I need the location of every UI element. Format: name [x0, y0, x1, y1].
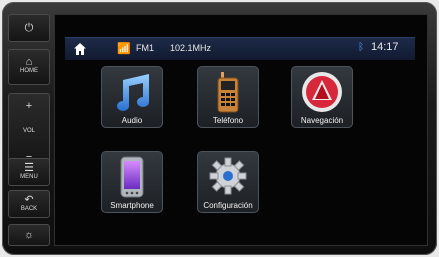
gear-icon — [209, 157, 247, 195]
app-configuracion[interactable]: Configuración — [197, 151, 259, 213]
home-label: HOME — [20, 68, 38, 74]
main-screen: 📶 FM1 102.1MHz ᛒ 14:17 Audio Teléfono Na… — [54, 14, 428, 246]
app-label-telefono: Teléfono — [212, 116, 244, 125]
radio-band: FM1 — [136, 43, 154, 53]
vol-label: VOL — [22, 128, 35, 134]
home-icon: ⌂ — [25, 56, 33, 68]
app-label-configuracion: Configuración — [203, 201, 253, 210]
clock: 14:17 — [371, 41, 399, 53]
app-smartphone[interactable]: Smartphone — [101, 151, 163, 213]
smartphone-icon — [120, 156, 144, 198]
navigation-icon — [302, 72, 342, 112]
radio-frequency: 102.1MHz — [170, 43, 212, 53]
status-bar: 📶 FM1 102.1MHz ᛒ 14:17 — [65, 37, 415, 60]
head-unit: ⏻ ⌂ HOME + VOL − ☰ MENU ↶ BACK ☼ 📶 FM1 1… — [0, 0, 439, 257]
back-button[interactable]: ↶ BACK — [8, 190, 50, 218]
app-label-audio: Audio — [121, 116, 143, 125]
power-icon: ⏻ — [24, 22, 34, 34]
antenna-icon: 📶 — [117, 43, 131, 55]
power-button[interactable]: ⏻ — [8, 14, 50, 42]
brightness-button[interactable]: ☼ — [8, 224, 50, 246]
menu-button[interactable]: ☰ MENU — [8, 158, 50, 186]
back-icon: ↶ — [24, 194, 34, 206]
app-navegacion[interactable]: Navegación — [291, 66, 353, 128]
menu-label: MENU — [20, 174, 38, 180]
phone-icon — [217, 72, 239, 113]
menu-icon: ☰ — [24, 162, 34, 174]
music-note-icon — [117, 74, 149, 111]
app-label-smartphone: Smartphone — [110, 201, 154, 210]
side-button-panel: ⏻ ⌂ HOME + VOL − ☰ MENU ↶ BACK ☼ — [8, 14, 50, 246]
home-icon[interactable] — [73, 42, 87, 56]
app-label-navegacion: Navegación — [300, 116, 344, 125]
brightness-icon: ☼ — [23, 229, 35, 241]
bluetooth-icon: ᛒ — [358, 42, 364, 53]
app-telefono[interactable]: Teléfono — [197, 66, 259, 128]
home-button[interactable]: ⌂ HOME — [8, 49, 50, 85]
back-label: BACK — [20, 206, 38, 212]
app-audio[interactable]: Audio — [101, 66, 163, 128]
plus-icon[interactable]: + — [9, 100, 49, 112]
